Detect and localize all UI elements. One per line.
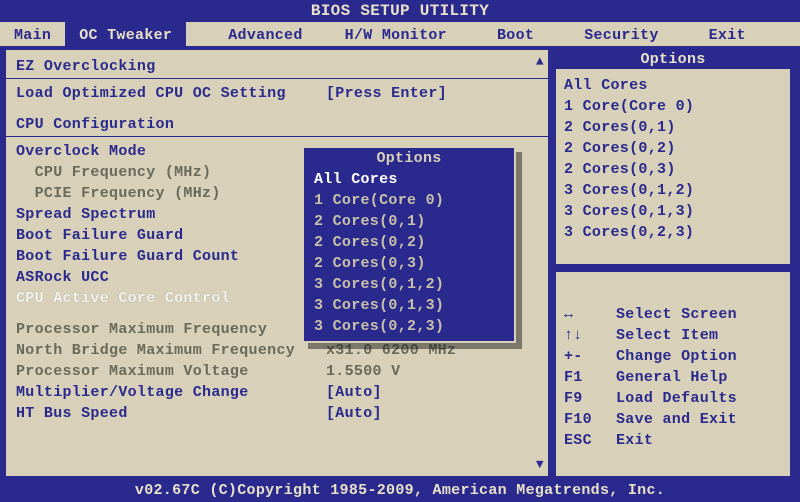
help-row: F1General Help (564, 367, 782, 388)
popup-option[interactable]: 2 Cores(0,2) (304, 232, 514, 253)
popup-title: Options (304, 148, 514, 169)
list-item: 2 Cores(0,2) (564, 138, 782, 159)
box-title: Options (556, 50, 790, 69)
list-item: 3 Cores(0,1,2) (564, 180, 782, 201)
list-item: 3 Cores(0,1,3) (564, 201, 782, 222)
item-label: Load Optimized CPU OC Setting (16, 83, 326, 104)
tab-main[interactable]: Main (0, 22, 65, 46)
item-value: [Press Enter] (326, 83, 542, 104)
help-row: ↔Select Screen (564, 304, 782, 325)
info-nb-max-freq: North Bridge Maximum Frequency x31.0 620… (16, 340, 542, 361)
tab-boot[interactable]: Boot (483, 22, 548, 46)
list-item: 1 Core(Core 0) (564, 96, 782, 117)
tab-security[interactable]: Security (570, 22, 672, 46)
info-proc-max-voltage: Processor Maximum Voltage 1.5500 V (16, 361, 542, 382)
scroll-down-icon[interactable]: ▼ (536, 457, 544, 472)
side-panel: Options All Cores 1 Core(Core 0) 2 Cores… (554, 48, 792, 478)
popup-option[interactable]: All Cores (304, 169, 514, 190)
popup-option[interactable]: 1 Core(Core 0) (304, 190, 514, 211)
popup-option[interactable]: 2 Cores(0,3) (304, 253, 514, 274)
list-item: 2 Cores(0,1) (564, 117, 782, 138)
divider (6, 78, 552, 79)
item-load-optimized[interactable]: Load Optimized CPU OC Setting [Press Ent… (16, 83, 542, 104)
options-reference-box: Options All Cores 1 Core(Core 0) 2 Cores… (554, 48, 792, 266)
options-popup: Options All Cores 1 Core(Core 0) 2 Cores… (302, 146, 516, 343)
help-row: ESCExit (564, 430, 782, 451)
item-ht-bus-speed[interactable]: HT Bus Speed [Auto] (16, 403, 542, 424)
section-cpu-configuration: CPU Configuration (16, 116, 542, 133)
list-item: 3 Cores(0,2,3) (564, 222, 782, 243)
help-row: F9Load Defaults (564, 388, 782, 409)
help-row: ↑↓Select Item (564, 325, 782, 346)
tab-exit[interactable]: Exit (695, 22, 760, 46)
item-multiplier-voltage-change[interactable]: Multiplier/Voltage Change [Auto] (16, 382, 542, 403)
keyhelp-box: ↔Select Screen ↑↓Select Item +-Change Op… (554, 270, 792, 478)
popup-option[interactable]: 3 Cores(0,1,2) (304, 274, 514, 295)
popup-option[interactable]: 3 Cores(0,2,3) (304, 316, 514, 337)
menubar: Main OC Tweaker Advanced H/W Monitor Boo… (0, 22, 800, 46)
title-bar: BIOS SETUP UTILITY (0, 0, 800, 22)
divider (6, 136, 552, 137)
help-row: F10Save and Exit (564, 409, 782, 430)
list-item: All Cores (564, 75, 782, 96)
popup-option[interactable]: 2 Cores(0,1) (304, 211, 514, 232)
tab-oc-tweaker[interactable]: OC Tweaker (65, 22, 186, 46)
section-ez-overclocking: EZ Overclocking (16, 58, 542, 75)
tab-hw-monitor[interactable]: H/W Monitor (331, 22, 461, 46)
footer: v02.67C (C)Copyright 1985-2009, American… (0, 480, 800, 502)
list-item: 2 Cores(0,3) (564, 159, 782, 180)
work-area: ▲ ▼ EZ Overclocking Load Optimized CPU O… (0, 46, 800, 480)
help-row: +-Change Option (564, 346, 782, 367)
tab-advanced[interactable]: Advanced (214, 22, 316, 46)
main-panel: ▲ ▼ EZ Overclocking Load Optimized CPU O… (4, 48, 550, 478)
popup-option[interactable]: 3 Cores(0,1,3) (304, 295, 514, 316)
scroll-up-icon[interactable]: ▲ (536, 54, 544, 69)
